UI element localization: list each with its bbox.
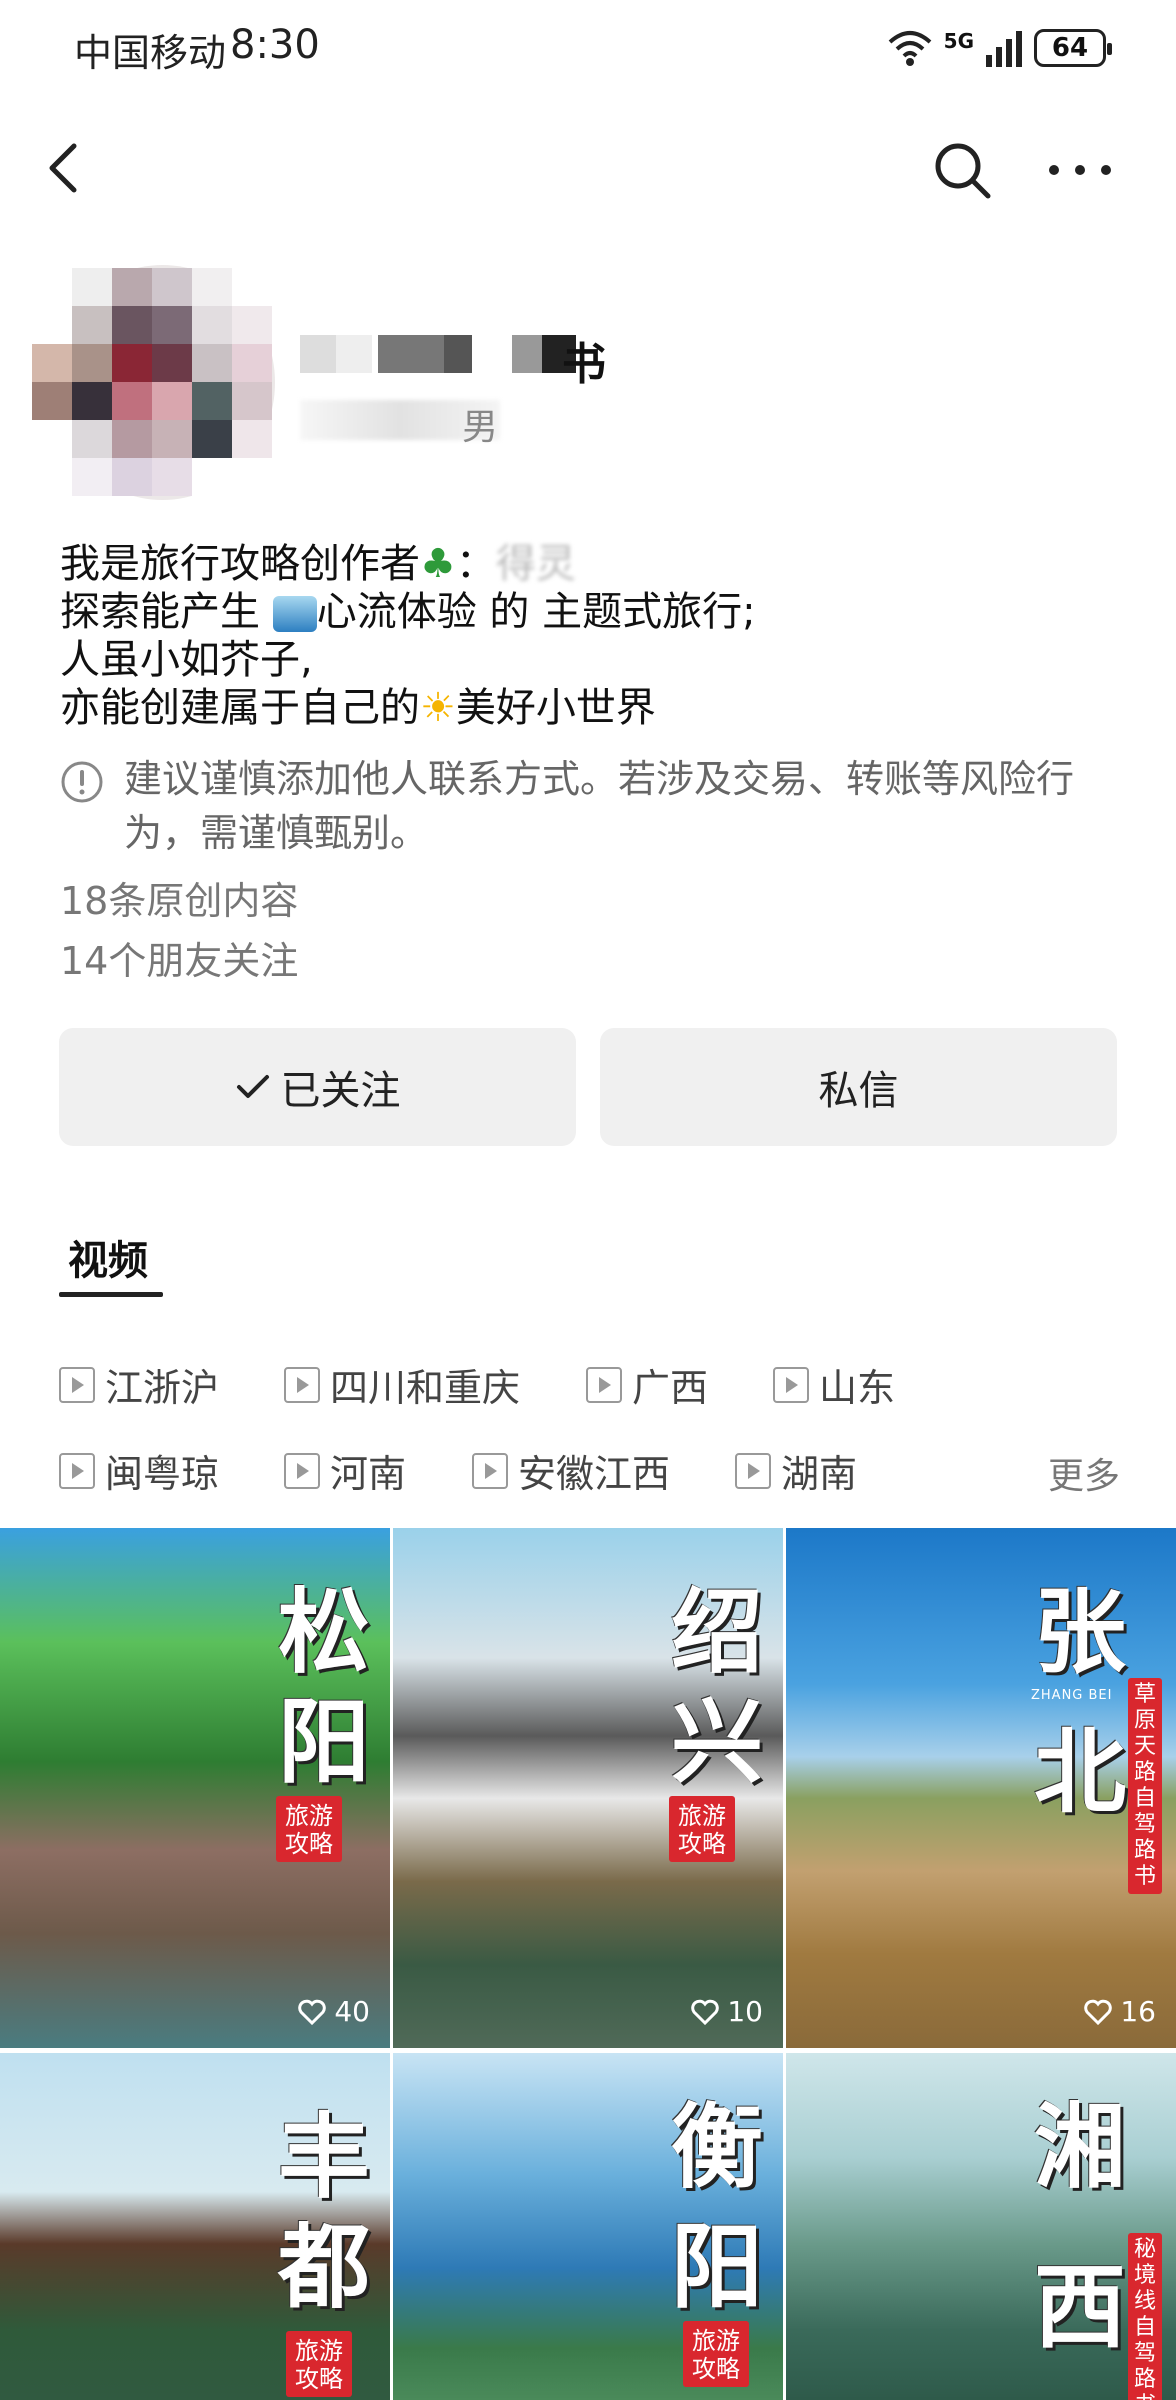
bio-text: 探索能产生 — [60, 589, 260, 635]
chip-label: 河南 — [330, 1452, 407, 1496]
video-title-char: 兴 — [670, 1688, 763, 1796]
clock: 8:30 — [230, 22, 320, 68]
collection-chip[interactable]: 安徽江西 — [472, 1443, 670, 1498]
video-tile[interactable]: 丰 都 旅游攻略 — [0, 2053, 390, 2400]
wifi-icon — [888, 31, 931, 66]
video-tile[interactable]: 松 阳 旅游攻略 40 — [0, 1528, 390, 2048]
bio-text: 亦能创建属于自己的 — [60, 685, 420, 731]
bio-text: 我是旅行攻略创作者 — [60, 541, 420, 587]
video-title-char: 张 — [1033, 1578, 1126, 1686]
collection-chip[interactable]: 山东 — [773, 1357, 895, 1412]
video-title-char: 湘 — [1033, 2093, 1126, 2201]
clover-icon: ♣ — [420, 541, 456, 587]
battery-indicator: 64 — [1034, 29, 1112, 67]
video-title-char: 西 — [1033, 2253, 1126, 2361]
network-label: 5G — [943, 29, 974, 53]
play-icon — [284, 1452, 320, 1489]
gender-label: 男 — [462, 407, 499, 448]
chevron-left-icon[interactable] — [36, 138, 96, 198]
tab-indicator — [59, 1292, 163, 1297]
play-icon — [284, 1366, 320, 1403]
check-icon — [236, 1075, 269, 1098]
collection-chip[interactable]: 湖南 — [735, 1443, 857, 1498]
status-icons: 5G 64 — [886, 28, 1112, 68]
play-icon — [59, 1452, 95, 1489]
chip-label: 四川和重庆 — [330, 1366, 521, 1410]
video-title-char: 阳 — [277, 1688, 370, 1796]
video-stamp: 旅游攻略 — [683, 2321, 749, 2387]
video-stamp: 旅游攻略 — [286, 2331, 352, 2397]
video-stamp: 草原天路自驾路书 — [1128, 1678, 1162, 1894]
following-button[interactable]: 已关注 — [59, 1028, 576, 1146]
play-icon — [586, 1366, 622, 1403]
nickname-visible: 书 — [562, 339, 606, 390]
sun-icon: ☀ — [420, 685, 456, 731]
carrier-name: 中国移动 — [74, 31, 227, 75]
video-title-char: 都 — [277, 2213, 370, 2321]
bio-line-4: 亦能创建属于自己的☀美好小世界 — [60, 684, 756, 732]
play-icon — [59, 1366, 95, 1403]
chip-label: 闽粤琼 — [105, 1452, 220, 1496]
play-icon — [472, 1452, 508, 1489]
status-bar: 中国移动 8:30 5G 64 — [0, 0, 1176, 100]
bio-text: 心流体验 的 主题式旅行; — [316, 589, 756, 635]
collection-chip[interactable]: 河南 — [284, 1443, 406, 1498]
chip-label: 广西 — [632, 1366, 709, 1410]
like-count: 10 — [691, 1995, 763, 2028]
search-icon[interactable] — [930, 138, 994, 202]
video-stamp: 旅游攻略 — [669, 1796, 735, 1862]
wave-icon — [272, 596, 317, 632]
video-tile[interactable]: 张 ZHANG BEI 北 草原天路自驾路书 16 — [786, 1528, 1176, 2048]
message-button[interactable]: 私信 — [600, 1028, 1117, 1146]
bio-text: ： — [455, 541, 496, 587]
play-icon — [773, 1366, 809, 1403]
like-count: 16 — [1084, 1995, 1156, 2028]
collection-chip[interactable]: 江浙沪 — [59, 1357, 219, 1412]
following-label: 已关注 — [280, 1068, 401, 1114]
like-count: 40 — [298, 1995, 370, 2028]
tab-videos[interactable]: 视频 — [68, 1228, 148, 1286]
chip-label: 安徽江西 — [518, 1452, 671, 1496]
chip-label: 江浙沪 — [105, 1366, 220, 1410]
safety-warning: 建议谨慎添加他人联系方式。若涉及交易、转账等风险行为，需谨慎甄别。 — [60, 752, 1130, 860]
heart-icon — [1084, 1999, 1113, 2025]
video-stamp: 秘境线自驾路书 — [1128, 2233, 1162, 2400]
warning-text: 建议谨慎添加他人联系方式。若涉及交易、转账等风险行为，需谨慎甄别。 — [124, 757, 1075, 855]
like-number: 16 — [1120, 1995, 1156, 2028]
more-dots-icon[interactable] — [1040, 138, 1120, 202]
video-tile[interactable]: 衡 阳 旅游攻略 — [393, 2053, 783, 2400]
like-number: 40 — [334, 1995, 370, 2028]
video-title-char: 衡 — [670, 2093, 763, 2201]
chip-label: 湖南 — [781, 1452, 858, 1496]
video-tile[interactable]: 湘 西 秘境线自驾路书 — [786, 2053, 1176, 2400]
bio: 我是旅行攻略创作者♣：得灵 探索能产生 心流体验 的 主题式旅行; 人虽小如芥子… — [60, 540, 756, 732]
collection-chip[interactable]: 闽粤琼 — [59, 1443, 219, 1498]
heart-icon — [298, 1999, 327, 2025]
video-stamp: 旅游攻略 — [276, 1796, 342, 1862]
like-number: 10 — [727, 1995, 763, 2028]
more-collections-link[interactable]: 更多 — [1048, 1447, 1120, 1499]
bio-line-1: 我是旅行攻略创作者♣：得灵 — [60, 540, 756, 588]
avatar-mosaic — [32, 268, 272, 496]
video-title-char: 北 — [1033, 1718, 1126, 1826]
original-count[interactable]: 18条原创内容 — [60, 870, 298, 925]
message-label: 私信 — [818, 1068, 899, 1114]
friends-follow-count[interactable]: 14个朋友关注 — [60, 930, 298, 985]
collection-chip[interactable]: 四川和重庆 — [284, 1357, 520, 1412]
bio-text: 美好小世界 — [455, 685, 656, 731]
chip-label: 山东 — [819, 1366, 896, 1410]
nickname-blurred — [300, 335, 596, 373]
top-nav — [0, 120, 1176, 220]
info-circle-icon — [61, 761, 103, 803]
video-title-char: 阳 — [670, 2213, 763, 2321]
bio-line-3: 人虽小如芥子, — [60, 637, 313, 683]
heart-icon — [691, 1999, 720, 2025]
bio-line-2: 探索能产生 心流体验 的 主题式旅行; — [60, 588, 756, 636]
video-tile[interactable]: 绍 兴 旅游攻略 10 — [393, 1528, 783, 2048]
collection-chip[interactable]: 广西 — [586, 1357, 708, 1412]
play-icon — [735, 1452, 771, 1489]
bio-text-blurred: 得灵 — [495, 541, 576, 587]
signal-icon — [986, 31, 1022, 67]
